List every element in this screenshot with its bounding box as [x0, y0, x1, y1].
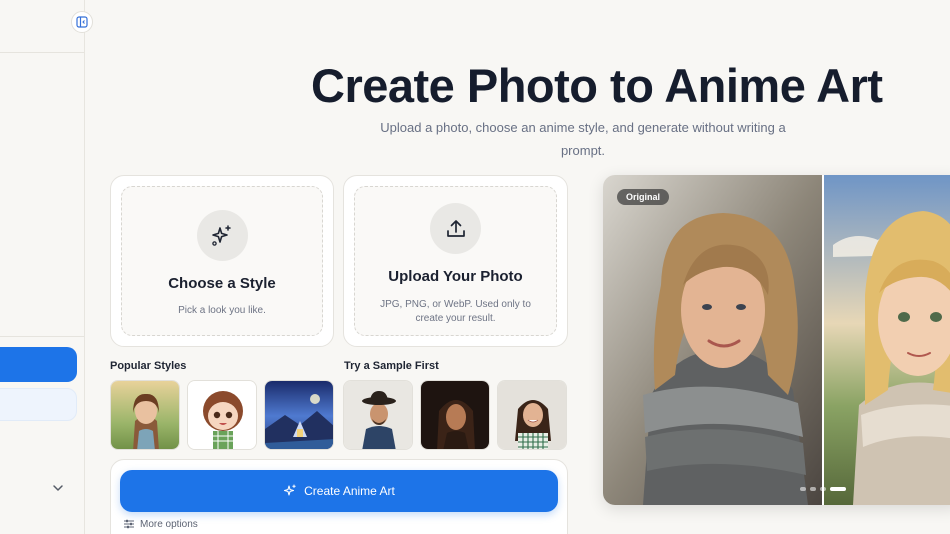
original-badge: Original: [617, 189, 670, 205]
generate-panel: Create Anime Art More options: [110, 459, 568, 534]
more-options-label: More options: [140, 518, 198, 530]
style-thumb-fantasy-landscape[interactable]: [264, 380, 334, 450]
upload-icon: [430, 203, 481, 254]
choose-style-title: Choose a Style: [168, 275, 276, 292]
preview-image: [603, 175, 950, 505]
carousel-dots: [800, 487, 846, 491]
create-anime-art-label: Create Anime Art: [304, 484, 395, 498]
sidebar-divider: [0, 52, 84, 53]
carousel-dot[interactable]: [810, 487, 816, 491]
sample-thumb-woman-smiling[interactable]: [497, 380, 567, 450]
choose-style-desc: Pick a look you like.: [178, 305, 266, 316]
carousel-dot-active[interactable]: [830, 487, 846, 491]
sliders-icon: [124, 519, 134, 529]
upload-photo-desc: JPG, PNG, or WebP. Used only to create y…: [380, 299, 531, 324]
sample-thumb-woman-dark[interactable]: [420, 380, 490, 450]
upload-photo-card[interactable]: Upload Your Photo JPG, PNG, or WebP. Use…: [343, 175, 568, 347]
chevron-down-icon[interactable]: [50, 480, 66, 496]
sidebar: [0, 0, 85, 534]
carousel-dot[interactable]: [820, 487, 826, 491]
sidebar-divider: [0, 336, 84, 337]
choose-style-card[interactable]: Choose a Style Pick a look you like.: [110, 175, 334, 347]
sidebar-toggle-button[interactable]: [71, 11, 93, 33]
sidebar-item-active[interactable]: [0, 347, 77, 382]
samples-label: Try a Sample First: [344, 360, 439, 372]
before-after-preview[interactable]: Original: [603, 175, 950, 505]
style-thumb-chibi[interactable]: [187, 380, 257, 450]
more-options-toggle[interactable]: More options: [123, 518, 198, 530]
sample-thumb-man-cowboy-hat[interactable]: [343, 380, 413, 450]
popular-styles-label: Popular Styles: [110, 360, 187, 372]
style-thumb-painterly[interactable]: [110, 380, 180, 450]
create-anime-art-button[interactable]: Create Anime Art: [120, 470, 558, 512]
carousel-dot[interactable]: [800, 487, 806, 491]
page-title: Create Photo to Anime Art: [311, 59, 883, 112]
page-subtitle: Upload a photo, choose an anime style, a…: [380, 120, 786, 158]
sparkles-icon: [196, 210, 248, 261]
sparkles-icon: [284, 484, 296, 496]
sidebar-item-secondary[interactable]: [0, 388, 77, 421]
panel-collapse-icon: [76, 16, 88, 28]
upload-photo-title: Upload Your Photo: [388, 268, 523, 285]
